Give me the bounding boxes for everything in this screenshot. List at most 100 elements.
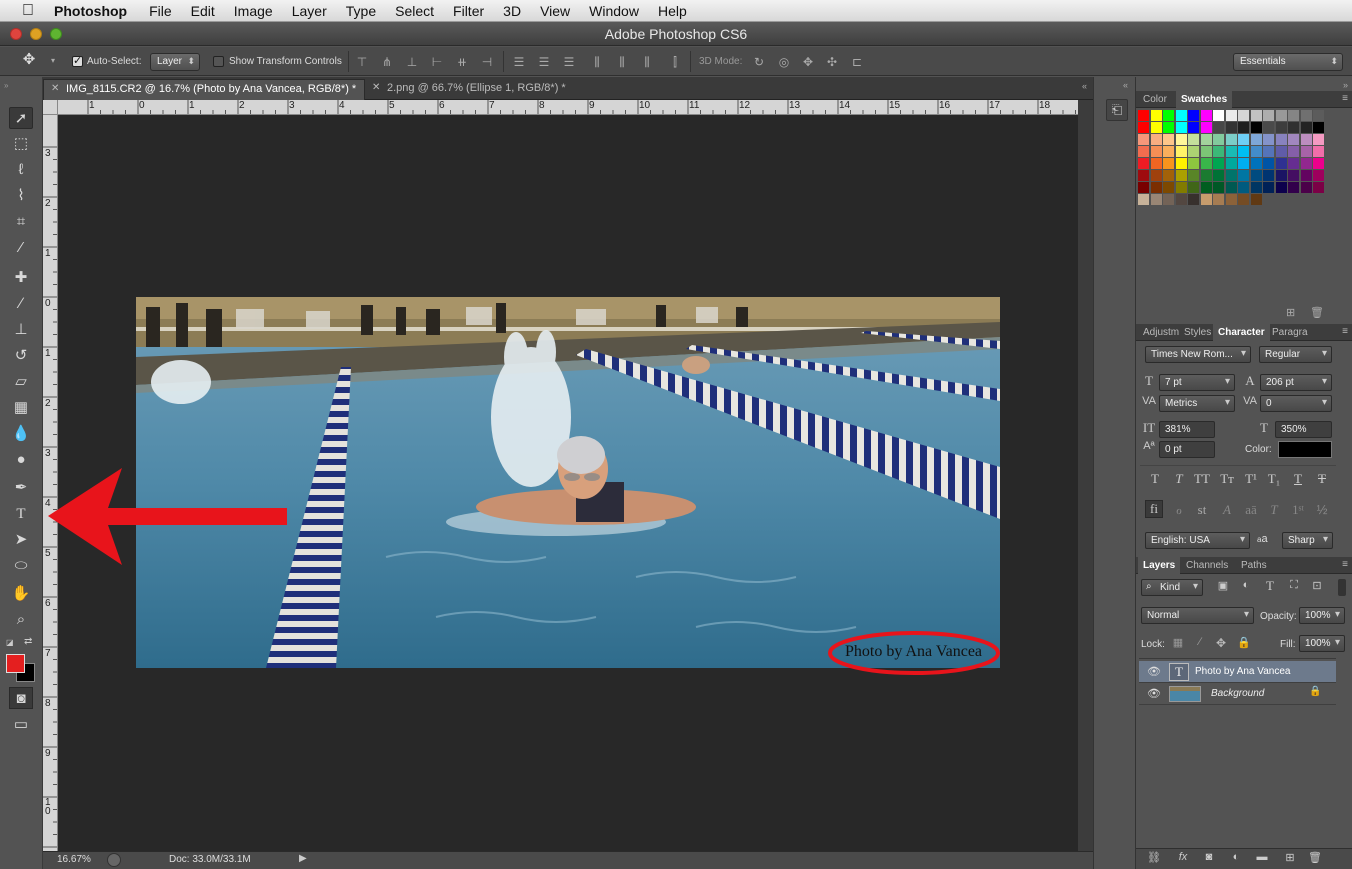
new-adjustment-icon[interactable]: ◐ — [1227, 851, 1245, 863]
swatch[interactable] — [1163, 146, 1174, 157]
tab-swatches[interactable]: Swatches — [1176, 91, 1233, 108]
swatch[interactable] — [1288, 110, 1299, 121]
swatch[interactable] — [1200, 146, 1212, 157]
layer-filter-dropdown[interactable]: ⌕ Kind — [1141, 579, 1203, 596]
font-family-dropdown[interactable]: Times New Rom... — [1145, 346, 1251, 363]
swatch[interactable] — [1200, 134, 1212, 145]
swatch[interactable] — [1150, 158, 1162, 169]
swatch[interactable] — [1275, 146, 1287, 157]
all-caps-icon[interactable]: TT — [1193, 471, 1211, 487]
swatch[interactable] — [1138, 158, 1149, 169]
swatch[interactable] — [1300, 146, 1312, 157]
swatch[interactable] — [1250, 194, 1262, 205]
add-mask-icon[interactable]: ◙ — [1200, 851, 1218, 863]
swatch[interactable] — [1288, 146, 1299, 157]
stylistic-alternates-icon[interactable]: aā — [1242, 502, 1260, 518]
expand-panels-icon[interactable]: « — [1123, 80, 1128, 90]
swatch[interactable] — [1263, 122, 1274, 133]
swatch[interactable] — [1150, 122, 1162, 133]
swash-icon[interactable]: A — [1218, 502, 1236, 518]
swatch[interactable] — [1250, 170, 1262, 181]
swatch[interactable] — [1163, 170, 1174, 181]
swatch[interactable] — [1250, 158, 1262, 169]
swatch[interactable] — [1300, 182, 1312, 193]
delete-swatch-icon[interactable]: 🗑 — [1310, 306, 1324, 319]
swatch[interactable] — [1275, 158, 1287, 169]
kerning-dropdown[interactable]: Metrics — [1159, 395, 1235, 412]
panel-menu-icon[interactable]: ≡ — [1342, 93, 1348, 104]
swatch[interactable] — [1313, 182, 1324, 193]
fractions-icon[interactable]: ½ — [1313, 502, 1331, 517]
swatch[interactable] — [1200, 122, 1212, 133]
antialias-dropdown[interactable]: Sharp — [1282, 532, 1333, 549]
tab-layers[interactable]: Layers — [1138, 557, 1181, 574]
swatch[interactable] — [1200, 110, 1212, 121]
strikethrough-icon[interactable]: T — [1313, 471, 1331, 487]
swatch[interactable] — [1138, 122, 1149, 133]
panel-menu-icon[interactable]: ≡ — [1342, 326, 1348, 337]
swatch[interactable] — [1163, 122, 1174, 133]
tab-styles[interactable]: Styles — [1179, 324, 1216, 341]
swatch[interactable] — [1163, 194, 1174, 205]
swatch[interactable] — [1238, 146, 1249, 157]
swatch[interactable] — [1238, 134, 1249, 145]
superscript-icon[interactable]: T¹ — [1242, 471, 1260, 487]
text-color-swatch[interactable] — [1278, 441, 1332, 458]
filter-pixel-icon[interactable]: ▣ — [1214, 579, 1232, 592]
swatch[interactable] — [1263, 110, 1274, 121]
layer-row-text[interactable]: 👁 T Photo by Ana Vancea — [1139, 661, 1336, 683]
swatch[interactable] — [1213, 170, 1224, 181]
swatch[interactable] — [1200, 158, 1212, 169]
swatch[interactable] — [1288, 158, 1299, 169]
swatch[interactable] — [1213, 122, 1224, 133]
swatch[interactable] — [1313, 170, 1324, 181]
swatch[interactable] — [1238, 182, 1249, 193]
swatch[interactable] — [1288, 122, 1299, 133]
swatch[interactable] — [1213, 134, 1224, 145]
link-layers-icon[interactable]: ⛓ — [1145, 851, 1163, 864]
swatch[interactable] — [1288, 170, 1299, 181]
lock-transparent-icon[interactable]: ▦ — [1169, 636, 1187, 649]
lock-all-icon[interactable]: 🔒 — [1235, 636, 1253, 649]
discretionary-ligatures-icon[interactable]: st — [1193, 502, 1211, 518]
old-style-icon[interactable]: ℴ — [1170, 502, 1188, 518]
swatch[interactable] — [1300, 158, 1312, 169]
swatch[interactable] — [1188, 134, 1199, 145]
swatch[interactable] — [1188, 110, 1199, 121]
swatch[interactable] — [1163, 158, 1174, 169]
swatch[interactable] — [1213, 194, 1224, 205]
baseline-shift-field[interactable]: 0 pt — [1159, 441, 1215, 458]
swatch[interactable] — [1213, 158, 1224, 169]
swatch[interactable] — [1188, 194, 1199, 205]
history-panel-icon[interactable]: ⎗ — [1106, 99, 1128, 121]
swatch[interactable] — [1263, 158, 1274, 169]
doc-info-icon[interactable] — [107, 853, 121, 867]
visibility-eye-icon[interactable]: 👁 — [1147, 687, 1161, 700]
small-caps-icon[interactable]: Tт — [1218, 471, 1236, 487]
swatch[interactable] — [1138, 134, 1149, 145]
underline-icon[interactable]: T — [1289, 471, 1307, 487]
filter-toggle[interactable] — [1338, 579, 1346, 596]
swatch[interactable] — [1313, 134, 1324, 145]
swatch[interactable] — [1313, 146, 1324, 157]
swatch[interactable] — [1163, 182, 1174, 193]
layer-name[interactable]: Background — [1211, 688, 1264, 699]
layer-name[interactable]: Photo by Ana Vancea — [1195, 666, 1290, 677]
zoom-level[interactable]: 16.67% — [57, 854, 91, 865]
swatch[interactable] — [1238, 170, 1249, 181]
swatch[interactable] — [1138, 170, 1149, 181]
language-dropdown[interactable]: English: USA — [1145, 532, 1250, 549]
status-menu-arrow-icon[interactable]: ▶ — [299, 853, 307, 864]
swatch[interactable] — [1175, 194, 1187, 205]
filter-smart-object-icon[interactable]: ⊡ — [1308, 579, 1326, 592]
vertical-scale-field[interactable]: 381% — [1159, 421, 1215, 438]
swatch[interactable] — [1238, 194, 1249, 205]
swatch[interactable] — [1213, 110, 1224, 121]
titling-alternates-icon[interactable]: T — [1265, 502, 1283, 518]
swatch[interactable] — [1288, 134, 1299, 145]
swatch[interactable] — [1275, 110, 1287, 121]
swatch[interactable] — [1263, 182, 1274, 193]
faux-bold-icon[interactable]: T — [1146, 471, 1164, 487]
swatch[interactable] — [1275, 170, 1287, 181]
swatch[interactable] — [1275, 182, 1287, 193]
